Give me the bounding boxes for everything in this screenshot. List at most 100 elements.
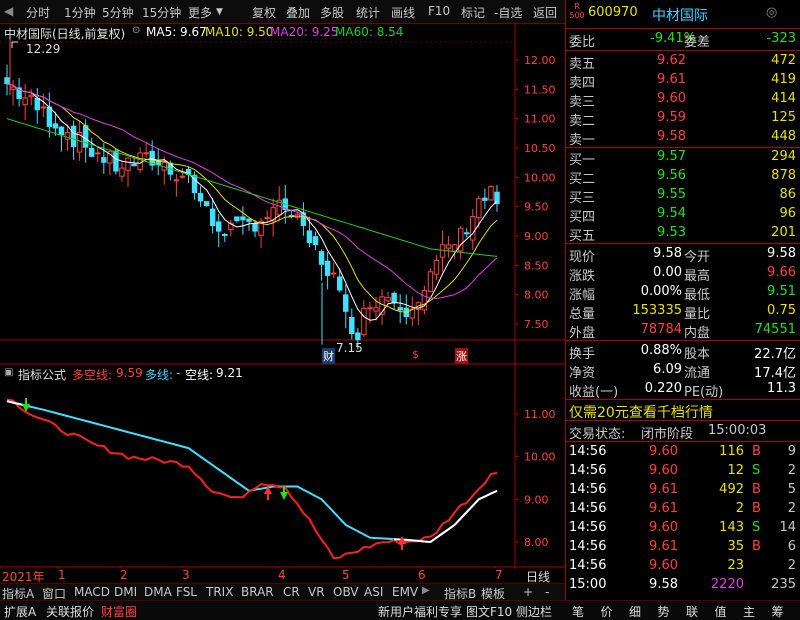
- candle-body: [421, 290, 428, 311]
- status-related[interactable]: 关联报价: [46, 603, 94, 620]
- stat-label: 今开: [684, 250, 711, 265]
- tab-emv[interactable]: EMV: [392, 585, 418, 599]
- indicator-menu-icon[interactable]: ▣: [4, 367, 13, 378]
- candle-body: [28, 94, 34, 98]
- price-tick-label: 7.50: [524, 318, 549, 331]
- panel-tab[interactable]: 价: [601, 603, 613, 620]
- status-caifu[interactable]: 财富圈: [101, 603, 137, 620]
- zoom-in-button[interactable]: +: [523, 585, 533, 599]
- candle-body: [240, 216, 246, 221]
- tick-time: 14:56: [569, 558, 607, 573]
- panel-tab[interactable]: 笔: [572, 603, 584, 620]
- stat-label: 换手: [569, 347, 596, 362]
- marker-zhang[interactable]: 涨: [455, 348, 468, 364]
- chevron-down-icon[interactable]: ▼: [216, 7, 223, 17]
- tab-macd[interactable]: MACD: [74, 585, 110, 599]
- tab-5min[interactable]: 5分钟: [102, 4, 134, 21]
- candle-body: [22, 97, 28, 106]
- quote-row: 换手 0.88% 股本 22.7亿: [566, 342, 800, 362]
- candle-body: [179, 175, 186, 178]
- candle-body: [4, 77, 10, 85]
- tab-dmi[interactable]: DMI: [114, 585, 137, 599]
- panel-tab[interactable]: 筹: [772, 603, 784, 620]
- status-sidebar[interactable]: 侧边栏: [516, 603, 552, 620]
- tab-trix[interactable]: TRIX: [206, 585, 233, 599]
- candle-body: [209, 208, 216, 227]
- huaxian-button[interactable]: 画线: [391, 4, 415, 21]
- tab-dma[interactable]: DMA: [144, 585, 172, 599]
- marker-cai[interactable]: 财: [322, 348, 335, 364]
- f10-button[interactable]: F10: [428, 4, 450, 18]
- tick-volume: 116: [719, 444, 744, 459]
- tick-volume: 492: [719, 482, 744, 497]
- candle-body: [46, 106, 53, 127]
- tab-more[interactable]: 更多: [188, 4, 212, 21]
- bid-volume: 294: [771, 149, 796, 164]
- tab-vr[interactable]: VR: [308, 585, 325, 599]
- zixuan-button[interactable]: -自选: [494, 4, 522, 21]
- tab-fsl[interactable]: FSL: [176, 585, 197, 599]
- tick-time: 14:56: [569, 539, 607, 554]
- status-newuser[interactable]: 新用户福利专享: [378, 603, 462, 620]
- status-f10[interactable]: 图文F10: [466, 603, 512, 620]
- panel-tab[interactable]: 值: [715, 603, 727, 620]
- tab-asi[interactable]: ASI: [364, 585, 383, 599]
- panel-tab[interactable]: 细: [629, 603, 641, 620]
- candle-body: [125, 157, 131, 171]
- ask-volume: 414: [771, 91, 796, 106]
- candle-body: [330, 272, 337, 275]
- candle-body: [203, 201, 210, 207]
- tab-cr[interactable]: CR: [283, 585, 300, 599]
- stat-label: 现价: [569, 250, 596, 265]
- chart-area[interactable]: 12.00 11.50 11.00 10.50 10.00 9.50 9.00 8.50 8.0…: [0, 24, 565, 584]
- tab-brar[interactable]: BRAR: [241, 585, 274, 599]
- marker-dollar[interactable]: $: [412, 348, 419, 361]
- price-tick-label: 11.00: [524, 113, 556, 126]
- tab-1min[interactable]: 1分钟: [64, 4, 96, 21]
- tab-15min[interactable]: 15分钟: [142, 4, 181, 21]
- candle-body: [40, 106, 47, 109]
- stat-value: 0.88%: [640, 343, 682, 358]
- tab-obv[interactable]: OBV: [333, 585, 359, 599]
- menu-triangle-icon[interactable]: ◀: [4, 4, 13, 18]
- quote-row: 买五 9.53 201: [566, 224, 800, 244]
- price-tick-label: 10.50: [524, 142, 556, 155]
- tick-count: 2: [787, 558, 796, 573]
- promo-link[interactable]: 仅需20元查看千档行情: [569, 402, 713, 422]
- stat-label: 涨幅: [569, 288, 596, 303]
- bid-label: 买四: [569, 210, 596, 225]
- panel-tab[interactable]: 势: [658, 603, 670, 620]
- panel-tab[interactable]: 主: [743, 603, 755, 620]
- bid-label: 买三: [569, 191, 596, 206]
- price-tick-label: 9.00: [524, 230, 549, 243]
- fanhui-button[interactable]: 返回: [533, 4, 557, 21]
- tongji-button[interactable]: 统计: [356, 4, 380, 21]
- panel-tab[interactable]: 联: [686, 603, 698, 620]
- bid-volume: 201: [771, 225, 796, 240]
- kongxian-line: [6, 400, 498, 544]
- fuquan-button[interactable]: 复权: [252, 4, 276, 21]
- ask-price: 9.61: [657, 72, 686, 87]
- ma5-label: MA5: 9.67: [146, 25, 207, 39]
- duogu-button[interactable]: 多股: [320, 4, 344, 21]
- candle-body: [349, 316, 355, 334]
- tab-fenshi[interactable]: 分时: [26, 4, 50, 21]
- candle-body: [476, 198, 482, 218]
- stat-value: 0.00: [653, 265, 682, 280]
- diejia-button[interactable]: 叠加: [286, 4, 310, 21]
- ma10-label: MA10: 9.50: [205, 25, 274, 39]
- biaoji-button[interactable]: 标记: [461, 4, 485, 21]
- chart-svg[interactable]: 12.00 11.50 11.00 10.50 10.00 9.50 9.00 8.50 8.0…: [0, 24, 565, 572]
- candle-body: [155, 160, 161, 166]
- info-circle-icon[interactable]: ◎: [766, 5, 777, 20]
- zoom-out-button[interactable]: -: [545, 585, 549, 599]
- indicator-name[interactable]: 指标公式: [18, 366, 66, 383]
- tab-scroll-right-icon[interactable]: ▶: [422, 585, 430, 596]
- xaxis-m6: 6: [418, 568, 426, 582]
- settings-circle-icon[interactable]: ⊙: [132, 25, 140, 36]
- candle-body: [391, 292, 397, 304]
- low-label: 7.15: [336, 341, 363, 355]
- tick-time: 15:00: [569, 577, 607, 592]
- status-expand[interactable]: 扩展A: [4, 603, 36, 620]
- tick-price: 9.60: [649, 463, 678, 478]
